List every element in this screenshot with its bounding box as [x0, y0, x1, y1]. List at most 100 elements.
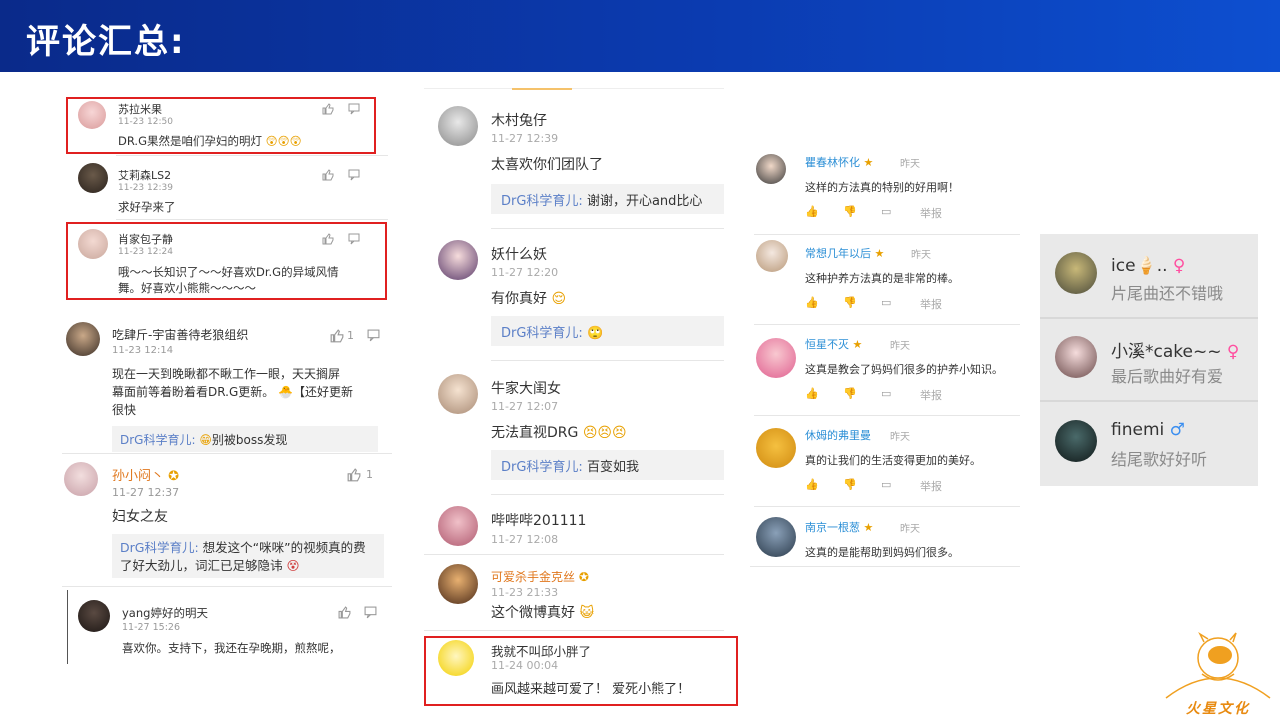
comment-text: 真的让我们的生活变得更加的美好。 [805, 454, 981, 467]
comment-time: 11-27 15:26 [122, 622, 181, 633]
comment-time: 11-27 12:39 [491, 132, 559, 145]
avatar[interactable] [756, 517, 796, 557]
emoji-icon: 🙄 [586, 326, 604, 341]
avatar[interactable] [756, 428, 796, 468]
comment-author[interactable]: 吃肆斤-宇宙善待老狼组织 [112, 326, 248, 343]
divider [754, 234, 1020, 235]
comment-author[interactable]: 休姆的弗里曼 [805, 427, 871, 443]
comment-author[interactable]: 孙小闷丶 ✪ [112, 465, 179, 484]
emoji-icon: 😁 [199, 433, 212, 447]
divider [491, 360, 724, 361]
comment-text: 太喜欢你们团队了 [491, 157, 603, 173]
reply-text: 想发这个“咪咪”的视频真的费 [202, 540, 366, 555]
avatar[interactable] [1055, 420, 1097, 462]
reply-box: DrG科学育儿: 想发这个“咪咪”的视频真的费 了好大劲儿，词汇已足够隐讳 😵 [112, 534, 384, 578]
comment-author[interactable]: yang婷好的明天 [122, 605, 208, 621]
comment-author[interactable]: 常想几年以后 ★ [805, 245, 884, 261]
like-count: 1 [366, 468, 373, 481]
avatar[interactable] [1055, 252, 1097, 294]
divider [424, 630, 724, 631]
like-icon[interactable] [330, 329, 344, 343]
comment-author[interactable]: 妖什么妖 [491, 244, 547, 264]
comment-author[interactable]: 瞿春林怀化 ★ [805, 154, 873, 170]
emoji-icon: 😺 [579, 605, 595, 621]
comment-icon[interactable] [348, 169, 360, 181]
comment-author[interactable]: 恒星不灭 ★ [805, 336, 862, 352]
comment-author[interactable]: 南京一根葱 ★ [805, 519, 873, 535]
reply-author[interactable]: DrG科学育儿: [501, 194, 583, 209]
comment-icon[interactable] [367, 329, 380, 342]
report-link[interactable]: 举报 [920, 296, 942, 312]
comment-icon[interactable] [364, 606, 377, 619]
report-link[interactable]: 举报 [920, 205, 942, 221]
avatar[interactable] [78, 600, 110, 632]
avatar[interactable] [438, 374, 478, 414]
comment-time: 11-27 12:37 [112, 486, 180, 499]
avatar[interactable] [66, 322, 100, 356]
dislike-icon[interactable]: 👎 [843, 296, 857, 309]
avatar[interactable] [64, 462, 98, 496]
comment-icon[interactable]: ▭ [881, 296, 891, 309]
like-icon[interactable]: 👍 [805, 478, 819, 491]
comment-time: 昨天 [890, 341, 910, 352]
comment-author[interactable]: finemi ♂ [1111, 420, 1185, 440]
comment-icon[interactable]: ▭ [881, 478, 891, 491]
dislike-icon[interactable]: 👎 [843, 205, 857, 218]
like-icon[interactable]: 👍 [805, 387, 819, 400]
comment-author[interactable]: 哔哔哔201111 [491, 510, 586, 530]
comment-author[interactable]: ice🍦.. ♀ [1111, 256, 1185, 276]
avatar[interactable] [756, 338, 796, 378]
highlight-box [424, 636, 738, 706]
reply-box: DrG科学育儿: 百变如我 [491, 450, 724, 480]
reply-author[interactable]: DrG科学育儿: [501, 460, 583, 475]
comment-icon[interactable]: ▭ [881, 205, 891, 218]
divider [491, 494, 724, 495]
divider [116, 155, 388, 156]
report-link[interactable]: 举报 [920, 478, 942, 494]
avatar[interactable] [438, 564, 478, 604]
comment-text: 现在一天到晚瞅都不瞅工作一眼，天天搁屏 [112, 367, 341, 381]
like-icon[interactable]: 👍 [805, 205, 819, 218]
avatar[interactable] [438, 240, 478, 280]
comment-panel-4: ice🍦.. ♀ 片尾曲还不错哦 小溪*cake~~ ♀ 最后歌曲好有爱 fin… [1040, 234, 1258, 486]
like-icon[interactable] [322, 169, 334, 181]
reply-text: 谢谢，开心and比心 [586, 194, 703, 209]
divider [491, 228, 724, 229]
comment-icon[interactable]: ▭ [881, 387, 891, 400]
comment-author[interactable]: 小溪*cake~~ ♀ [1111, 337, 1239, 362]
like-icon[interactable] [338, 606, 351, 619]
dislike-icon[interactable]: 👎 [843, 478, 857, 491]
comment-text: 这个微博真好 😺 [491, 602, 594, 622]
reply-box: DrG科学育儿: 谢谢，开心and比心 [491, 184, 724, 214]
reply-author[interactable]: DrG科学育儿: [120, 433, 196, 447]
divider [424, 554, 724, 555]
avatar[interactable] [438, 506, 478, 546]
reply-author[interactable]: DrG科学育儿: [120, 540, 199, 555]
dislike-icon[interactable]: 👎 [843, 387, 857, 400]
comment-author[interactable]: 木村兔仔 [491, 110, 547, 130]
comment-time: 昨天 [911, 250, 931, 261]
comment-author[interactable]: 艾莉森LS2 [118, 167, 171, 183]
reply-text: 别被boss发现 [211, 433, 288, 447]
comment-text: 很快 [112, 403, 137, 417]
comment-author-name: finemi [1111, 420, 1165, 440]
avatar[interactable] [1055, 336, 1097, 378]
male-icon: ♂ [1169, 420, 1185, 440]
comment-author[interactable]: 可爱杀手金克丝 ✪ [491, 568, 589, 585]
like-icon[interactable] [347, 468, 361, 482]
avatar[interactable] [438, 106, 478, 146]
reply-author[interactable]: DrG科学育儿: [501, 326, 583, 341]
avatar[interactable] [756, 240, 788, 272]
report-link[interactable]: 举报 [920, 387, 942, 403]
comment-text: 这种护养方法真的是非常的棒。 [805, 272, 959, 285]
avatar[interactable] [78, 163, 108, 193]
comment-time: 11-23 12:14 [112, 345, 174, 356]
reply-text: 百变如我 [586, 460, 639, 475]
highlight-box [66, 97, 376, 154]
comment-author[interactable]: 牛家大闺女 [491, 378, 561, 398]
comment-author-name: 常想几年以后 [805, 247, 871, 260]
avatar[interactable] [756, 154, 786, 184]
comment-text: 求好孕来了 [118, 200, 176, 214]
like-icon[interactable]: 👍 [805, 296, 819, 309]
vertical-divider [67, 590, 68, 664]
